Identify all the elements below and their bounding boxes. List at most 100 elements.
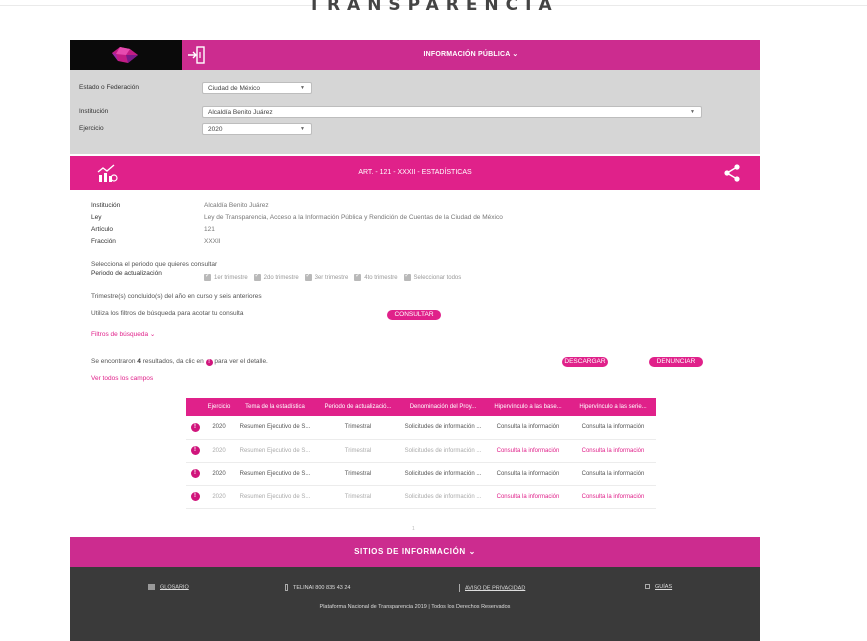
cell-topic: Resumen Ejecutivo de S... (234, 462, 316, 486)
cell-project: Solicitudes de información ... (400, 485, 486, 509)
table-header[interactable]: Tema de la estadística (234, 398, 316, 416)
period-option-label: Seleccionar todos (413, 275, 462, 282)
info-icon[interactable]: ! (190, 422, 200, 432)
meta-value-fraction: XXXII (204, 238, 221, 245)
results-suffix: resultados, da clic en (140, 358, 206, 365)
cell-period: Trimestral (316, 439, 400, 463)
institution-select[interactable]: Alcaldía Benito Juárez ▼ (202, 106, 702, 118)
table-row: ! 2020 Resumen Ejecutivo de S... Trimest… (186, 462, 656, 486)
info-icon[interactable]: ! (190, 469, 200, 478)
row-detail-cell: ! (186, 462, 204, 486)
row-detail-cell: ! (186, 485, 204, 509)
checkbox-checked-icon[interactable] (253, 272, 261, 281)
meta-value-article: 121 (204, 226, 215, 233)
guides-link[interactable]: GUÍAS (645, 584, 672, 590)
cell-topic: Resumen Ejecutivo de S... (234, 416, 316, 440)
period-options: 1er trimestre 2do trimestre 3er trimestr… (204, 272, 465, 282)
share-icon[interactable] (723, 164, 741, 184)
checkbox-checked-icon[interactable] (354, 272, 362, 281)
pnt-logo[interactable] (70, 40, 182, 70)
cell-link-databases[interactable]: Consulta la información (486, 439, 570, 463)
table-row: ! 2020 Resumen Ejecutivo de S... Trimest… (186, 439, 656, 463)
cell-link-series[interactable]: Consulta la información (570, 485, 656, 509)
info-icon[interactable]: ! (190, 492, 200, 501)
period-option-4[interactable]: 4to trimestre (354, 272, 398, 281)
institution-select-value: Alcaldía Benito Juárez (208, 109, 273, 116)
state-select-value: Ciudad de México (208, 85, 261, 92)
meta-label-article: Artículo (91, 226, 114, 233)
search-filters-toggle[interactable]: Filtros de búsqueda ⌄ (91, 330, 155, 338)
cell-link-databases[interactable]: Consulta la información (486, 462, 570, 486)
sites-info-bar[interactable]: SITIOS DE INFORMACIÓN ⌄ (70, 537, 760, 567)
institution-label: Institución (79, 108, 109, 115)
cell-link-series[interactable]: Consulta la información (570, 416, 656, 440)
cell-year: 2020 (204, 416, 234, 440)
phone-label: TELINAI 800 835 43 24 (293, 584, 351, 591)
checkbox-checked-icon[interactable] (304, 272, 312, 281)
download-button[interactable]: DESCARGAR (562, 357, 608, 367)
cell-link-databases[interactable]: Consulta la información (486, 485, 570, 509)
guides-label: GUÍAS (655, 584, 673, 590)
cell-link-series[interactable]: Consulta la información (570, 462, 656, 486)
year-label: Ejercicio (79, 125, 104, 132)
period-option-label: 1er trimestre (214, 275, 248, 282)
article-title: ART. - 121 - XXXII - ESTADÍSTICAS (358, 169, 472, 176)
table-header[interactable]: Hipervínculo a las base... (486, 398, 570, 416)
cell-project: Solicitudes de información ... (400, 462, 486, 486)
cell-link-databases[interactable]: Consulta la información (486, 416, 570, 440)
cell-period: Trimestral (316, 462, 400, 486)
search-hint: Utiliza los filtros de búsqueda para aco… (91, 310, 244, 317)
privacy-link[interactable]: AVISO DE PRIVACIDAD (459, 584, 525, 592)
chevron-down-icon: ▼ (300, 126, 305, 132)
cell-project: Solicitudes de información ... (400, 439, 486, 463)
period-option-3[interactable]: 3er trimestre (304, 272, 349, 282)
row-detail-cell: ! (186, 416, 204, 440)
state-label: Estado o Federación (79, 84, 139, 91)
table-row: ! 2020 Resumen Ejecutivo de S... Trimest… (186, 485, 656, 509)
checkbox-checked-icon[interactable] (403, 272, 411, 281)
info-icon[interactable]: ! (190, 446, 200, 455)
period-option-2[interactable]: 2do trimestre (253, 272, 299, 281)
cell-year: 2020 (204, 462, 234, 486)
period-option-1[interactable]: 1er trimestre (204, 272, 248, 282)
year-select-value: 2020 (208, 126, 223, 133)
table-header[interactable]: Hipervínculo a las serie... (570, 398, 656, 416)
row-detail-cell: ! (186, 439, 204, 463)
table-header[interactable]: Periodo de actualizació... (316, 398, 400, 416)
phone-icon (285, 584, 288, 591)
table-header[interactable]: Ejercicio (204, 398, 234, 416)
meta-label-fraction: Fracción (91, 238, 116, 245)
book-icon (148, 584, 155, 590)
cell-project: Solicitudes de información ... (400, 416, 486, 440)
results-summary: Se encontraron 4 resultados, da clic en … (91, 358, 268, 366)
meta-value-law: Ley de Transparencia, Acceso a la Inform… (204, 214, 503, 221)
report-button[interactable]: DENUNCIAR (649, 357, 703, 367)
state-select[interactable]: Ciudad de México ▼ (202, 82, 312, 94)
meta-label-law: Ley (91, 214, 102, 221)
footer-copyright: Plataforma Nacional de Transparencia 201… (319, 604, 511, 610)
cell-link-series[interactable]: Consulta la información (570, 439, 656, 463)
glossary-link[interactable]: GLOSARIO (148, 584, 189, 590)
table-row: ! 2020 Resumen Ejecutivo de S... Trimest… (186, 416, 656, 440)
cell-topic: Resumen Ejecutivo de S... (234, 439, 316, 463)
cell-period: Trimestral (316, 416, 400, 440)
glossary-label: GLOSARIO (160, 584, 189, 591)
all-fields-link[interactable]: Ver todos los campos (91, 375, 153, 382)
phone-info: TELINAI 800 835 43 24 (285, 584, 350, 591)
guide-icon (645, 584, 650, 590)
checkbox-checked-icon[interactable] (204, 272, 211, 281)
cell-period: Trimestral (316, 485, 400, 509)
results-table: Ejercicio Tema de la estadística Periodo… (186, 398, 656, 509)
year-select[interactable]: 2020 ▼ (202, 123, 312, 135)
cell-year: 2020 (204, 439, 234, 463)
period-prompt: Selecciona el periodo que quieres consul… (91, 261, 218, 268)
consult-button[interactable]: CONSULTAR (387, 310, 441, 320)
table-header[interactable]: Denominación del Proy... (400, 398, 486, 416)
meta-value-institution: Alcaldía Benito Juárez (204, 202, 269, 209)
pagination-current[interactable]: 1 (412, 526, 415, 532)
chevron-down-icon: ▼ (690, 109, 695, 115)
public-info-menu[interactable]: INFORMACIÓN PÚBLICA ⌄ (182, 40, 760, 70)
period-option-all[interactable]: Seleccionar todos (403, 272, 462, 282)
period-option-label: 3er trimestre (314, 275, 349, 282)
logo-gem-icon (112, 47, 138, 63)
